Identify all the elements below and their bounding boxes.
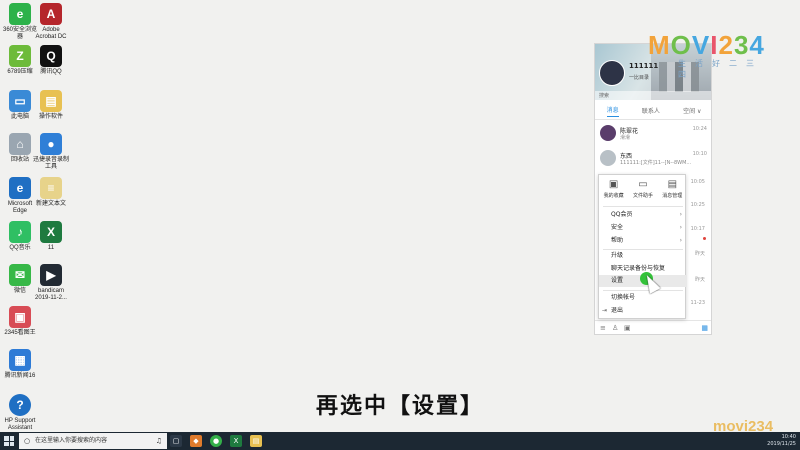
conversation-item[interactable]: 东西 111111:[文件]11--[N--8WM... 10:10	[595, 146, 711, 170]
search-input[interactable]: 搜索	[595, 91, 711, 101]
menu-icon[interactable]: ≡	[600, 324, 606, 332]
message-manager-button[interactable]: ▤ 消息管理	[659, 179, 685, 205]
excel-icon: X	[40, 221, 62, 243]
chevron-right-icon: ›	[679, 211, 682, 218]
excel-icon[interactable]: X	[230, 435, 242, 447]
taskbar-app-icon[interactable]: ●	[210, 435, 222, 447]
avatar[interactable]	[599, 60, 625, 86]
apps-grid-icon[interactable]: ▦	[701, 324, 708, 332]
desktop-icon-excel-11[interactable]: X 11	[32, 221, 70, 252]
file-explorer-icon[interactable]: ▤	[250, 435, 262, 447]
music-icon: ♪	[9, 221, 31, 243]
text-file-icon: ≡	[40, 177, 62, 199]
conversation-time: 10:05	[690, 179, 705, 185]
news-icon: ▦	[9, 349, 31, 371]
menu-item-switch-account[interactable]: 切换帐号	[599, 292, 687, 304]
desktop-icon-software[interactable]: ▤ 操作软件	[32, 90, 70, 121]
video-subtitle: 再选中【设置】	[315, 394, 484, 419]
unread-dot	[703, 237, 706, 240]
file-assistant-button[interactable]: ▭ 文件助手	[630, 179, 656, 205]
tab-contacts[interactable]: 联系人	[642, 106, 660, 115]
avatar	[600, 125, 616, 141]
image-viewer-icon: ▣	[9, 306, 31, 328]
qq-signature[interactable]: 一比目录	[629, 74, 649, 81]
desktop-icon-recorder[interactable]: ● 迅捷录音录制 工具	[32, 133, 70, 171]
exit-icon: ⇥	[602, 307, 608, 314]
menu-quick-actions: ▣ 我的收藏 ▭ 文件助手 ▤ 消息管理	[599, 175, 687, 205]
conversation-time: 昨天	[694, 277, 705, 283]
conversation-item[interactable]: 陈翠花 滑滑 10:24	[595, 121, 711, 145]
chevron-right-icon: ›	[679, 224, 682, 231]
tab-messages[interactable]: 消息	[606, 105, 619, 117]
qq-bottom-toolbar: ≡ ♙ ▣ ▦	[595, 320, 711, 334]
tab-space[interactable]: 空间 ∨	[683, 106, 701, 115]
microphone-icon[interactable]: ♫	[156, 433, 162, 449]
menu-divider	[603, 206, 683, 207]
taskbar-search-input[interactable]: ○ 在这里输入你要搜索的内容 ♫	[19, 433, 167, 449]
conversation-time: 10:25	[690, 202, 705, 208]
conversation-time: 10:17	[690, 226, 705, 232]
folder-icon: ▤	[40, 90, 62, 112]
folder-icon: ▭	[638, 179, 648, 190]
menu-item-security[interactable]: 安全 ›	[599, 222, 687, 234]
conversation-time: 昨天	[694, 251, 705, 257]
video-icon: ▶	[40, 264, 62, 286]
taskbar: ○ 在这里输入你要搜索的内容 ♫ ▢ ◆ ● X ▤ 10:40 2019/11…	[0, 432, 800, 450]
wechat-icon: ✉	[9, 264, 31, 286]
windows-start-icon[interactable]	[4, 436, 14, 446]
compress-icon: Z	[9, 45, 31, 67]
conversation-time: 11-23	[690, 300, 705, 306]
system-tray-clock[interactable]: 10:40 2019/11/25	[767, 434, 796, 448]
desktop-icon-2345[interactable]: ▣ 2345看图王	[1, 306, 39, 337]
microphone-icon: ●	[40, 133, 62, 155]
desktop-icon-bandicam[interactable]: ▶ bandicam 2019-11-2...	[32, 264, 70, 302]
watermark-logo: MOVI234 生活好二三四	[648, 30, 765, 79]
contacts-icon[interactable]: ♙	[612, 324, 618, 332]
avatar	[600, 150, 616, 166]
desktop-icon-new-text[interactable]: ≡ 新建文本文	[32, 177, 70, 208]
menu-item-qq-vip[interactable]: QQ会员 ›	[599, 209, 687, 221]
qq-tabs: 消息 联系人 空间 ∨	[595, 102, 711, 120]
manager-icon[interactable]: ▣	[624, 324, 631, 332]
desktop-icon-tencent-news[interactable]: ▦ 腾讯新闻16	[1, 349, 39, 380]
acrobat-icon: A	[40, 3, 62, 25]
edge-icon: e	[9, 177, 31, 199]
desktop: e 360安全浏览 器 A Adobe Acrobat DC Z 6789压缩 …	[0, 0, 80, 432]
menu-divider	[603, 290, 683, 291]
browser-icon: e	[9, 3, 31, 25]
favorites-icon: ▣	[608, 179, 619, 190]
chevron-right-icon: ›	[679, 237, 682, 244]
desktop-icon-acrobat[interactable]: A Adobe Acrobat DC	[32, 3, 70, 41]
menu-item-upgrade[interactable]: 升级	[599, 250, 687, 262]
desktop-icon-qq[interactable]: Q 腾讯QQ	[32, 45, 70, 76]
menu-item-exit[interactable]: ⇥ 退出	[599, 305, 687, 317]
search-icon: ○	[24, 437, 31, 445]
qq-icon: Q	[40, 45, 62, 67]
main-menu-popup: ▣ 我的收藏 ▭ 文件助手 ▤ 消息管理 QQ会员 › 安全 › 帮助 › 升级 聊天…	[598, 174, 687, 319]
my-favorites-button[interactable]: ▣ 我的收藏	[601, 179, 627, 205]
message-icon: ▤	[667, 179, 678, 190]
menu-item-help[interactable]: 帮助 ›	[599, 235, 687, 247]
taskbar-app-icon[interactable]: ◆	[190, 435, 202, 447]
recycle-bin-icon: ⌂	[9, 133, 31, 155]
computer-icon: ▭	[9, 90, 31, 112]
task-view-icon[interactable]: ▢	[170, 435, 182, 447]
